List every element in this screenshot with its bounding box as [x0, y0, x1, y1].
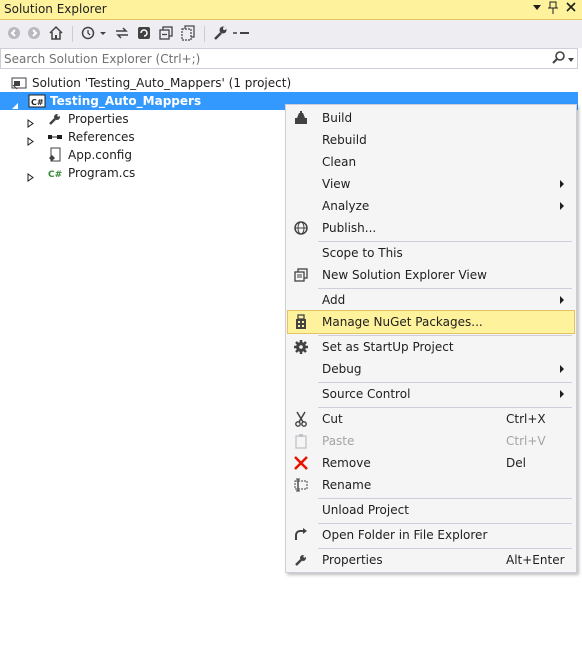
- paste-icon: [293, 433, 309, 449]
- menu-item-new-solution-explorer-view[interactable]: New Solution Explorer View: [288, 264, 574, 286]
- menu-item-properties[interactable]: Properties Alt+Enter: [288, 549, 574, 571]
- menu-item-remove[interactable]: Remove Del: [288, 452, 574, 474]
- tree-item-app-config[interactable]: App.config: [0, 146, 280, 164]
- menu-item-label: Publish...: [322, 221, 377, 235]
- menu-item-rename[interactable]: Rename: [288, 474, 574, 496]
- menu-item-label: Scope to This: [322, 246, 403, 260]
- menu-item-label: Set as StartUp Project: [322, 340, 454, 354]
- menu-item-label: Paste: [322, 434, 355, 448]
- menu-item-source-control[interactable]: Source Control: [288, 383, 574, 405]
- menu-item-label: Cut: [322, 412, 343, 426]
- solution-node[interactable]: Solution 'Testing_Auto_Mappers' (1 proje…: [0, 74, 578, 92]
- menu-item-debug[interactable]: Debug: [288, 358, 574, 380]
- submenu-arrow-icon: [560, 202, 564, 210]
- menu-item-manage-nuget-packages[interactable]: Manage NuGet Packages...: [287, 310, 575, 334]
- menu-item-label: Properties: [322, 553, 383, 567]
- tree-item-references[interactable]: References: [0, 128, 280, 146]
- menu-item-add[interactable]: Add: [288, 289, 574, 311]
- menu-item-analyze[interactable]: Analyze: [288, 195, 574, 217]
- menu-item-label: Rebuild: [322, 133, 367, 147]
- menu-item-label: Debug: [322, 362, 362, 376]
- menu-item-label: Unload Project: [322, 503, 409, 517]
- pin-icon[interactable]: [545, 1, 561, 17]
- menu-item-label: New Solution Explorer View: [322, 268, 487, 282]
- forward-icon[interactable]: [26, 25, 44, 43]
- collapsed-triangle-icon[interactable]: [27, 169, 35, 187]
- tree-item-program-cs[interactable]: C# Program.cs: [0, 164, 280, 182]
- menu-item-rebuild[interactable]: Rebuild: [288, 129, 574, 151]
- close-icon[interactable]: [563, 1, 579, 17]
- svg-text:C#: C#: [31, 98, 44, 107]
- menu-item-label: Build: [322, 111, 353, 125]
- show-all-files-icon[interactable]: [180, 25, 198, 43]
- back-icon[interactable]: [6, 25, 24, 43]
- menu-item-paste: Paste Ctrl+V: [288, 430, 574, 452]
- submenu-arrow-icon: [560, 296, 564, 304]
- search-options-dropdown-icon[interactable]: [567, 53, 575, 67]
- menu-item-shortcut: Ctrl+X: [506, 412, 546, 426]
- svg-text:C#: C#: [48, 170, 62, 180]
- collapse-all-icon[interactable]: [158, 25, 176, 43]
- menu-item-publish[interactable]: Publish...: [288, 217, 574, 239]
- sync-icon[interactable]: [114, 25, 132, 43]
- menu-item-build[interactable]: Build: [288, 107, 574, 129]
- solution-explorer-title-bar: Solution Explorer: [0, 0, 582, 20]
- home-icon[interactable]: [48, 25, 66, 43]
- toolbar-separator: [72, 26, 73, 42]
- menu-item-label: Clean: [322, 155, 357, 169]
- publish-globe-icon: [293, 220, 309, 236]
- menu-item-label: Open Folder in File Explorer: [322, 528, 488, 542]
- tree-item-label: App.config: [68, 148, 132, 162]
- csharp-file-icon: C#: [47, 165, 65, 186]
- menu-item-label: Remove: [322, 456, 371, 470]
- nuget-package-icon: [293, 314, 309, 330]
- tree-item-label: Program.cs: [68, 166, 136, 180]
- wrench-icon: [293, 552, 309, 568]
- window-dropdown-icon[interactable]: [529, 1, 545, 17]
- gear-icon: [293, 339, 309, 355]
- menu-item-shortcut: Del: [506, 456, 526, 470]
- history-icon[interactable]: [80, 25, 106, 43]
- search-icon[interactable]: [551, 50, 567, 69]
- new-view-icon: [293, 267, 309, 283]
- menu-item-label: Rename: [322, 478, 372, 492]
- preview-icon[interactable]: [232, 25, 250, 43]
- window-title: Solution Explorer: [4, 2, 107, 16]
- search-input[interactable]: [1, 49, 544, 68]
- solution-label: Solution 'Testing_Auto_Mappers' (1 proje…: [32, 76, 292, 90]
- submenu-arrow-icon: [560, 365, 564, 373]
- remove-x-icon: [293, 455, 309, 471]
- menu-item-scope-to-this[interactable]: Scope to This: [288, 242, 574, 264]
- project-context-menu: Build Rebuild Clean View Analyze Publish…: [285, 104, 577, 573]
- menu-item-set-as-startup-project[interactable]: Set as StartUp Project: [288, 336, 574, 358]
- menu-item-label: Source Control: [322, 387, 411, 401]
- menu-item-cut[interactable]: Cut Ctrl+X: [288, 408, 574, 430]
- tree-item-label: References: [68, 130, 135, 144]
- menu-item-label: Analyze: [322, 199, 370, 213]
- menu-item-label: Manage NuGet Packages...: [322, 315, 483, 329]
- menu-item-label: Add: [322, 293, 346, 307]
- menu-item-label: View: [322, 177, 351, 191]
- properties-wrench-icon[interactable]: [212, 25, 230, 43]
- build-icon: [293, 110, 309, 126]
- open-folder-arrow-icon: [293, 527, 309, 543]
- solution-explorer-toolbar: [0, 20, 582, 48]
- submenu-arrow-icon: [560, 180, 564, 188]
- scissors-icon: [293, 411, 309, 427]
- tree-item-label: Properties: [68, 112, 129, 126]
- menu-item-unload-project[interactable]: Unload Project: [288, 499, 574, 521]
- menu-item-clean[interactable]: Clean: [288, 151, 574, 173]
- menu-item-shortcut: Alt+Enter: [506, 553, 565, 567]
- menu-item-shortcut: Ctrl+V: [506, 434, 546, 448]
- tree-item-properties[interactable]: Properties: [0, 110, 280, 128]
- submenu-arrow-icon: [560, 390, 564, 398]
- refresh-icon[interactable]: [136, 25, 154, 43]
- rename-icon: [293, 477, 309, 493]
- menu-item-view[interactable]: View: [288, 173, 574, 195]
- search-box: [0, 48, 578, 69]
- toolbar-separator: [204, 26, 205, 42]
- menu-item-open-folder-in-file-explorer[interactable]: Open Folder in File Explorer: [288, 524, 574, 546]
- project-label: Testing_Auto_Mappers: [50, 94, 202, 108]
